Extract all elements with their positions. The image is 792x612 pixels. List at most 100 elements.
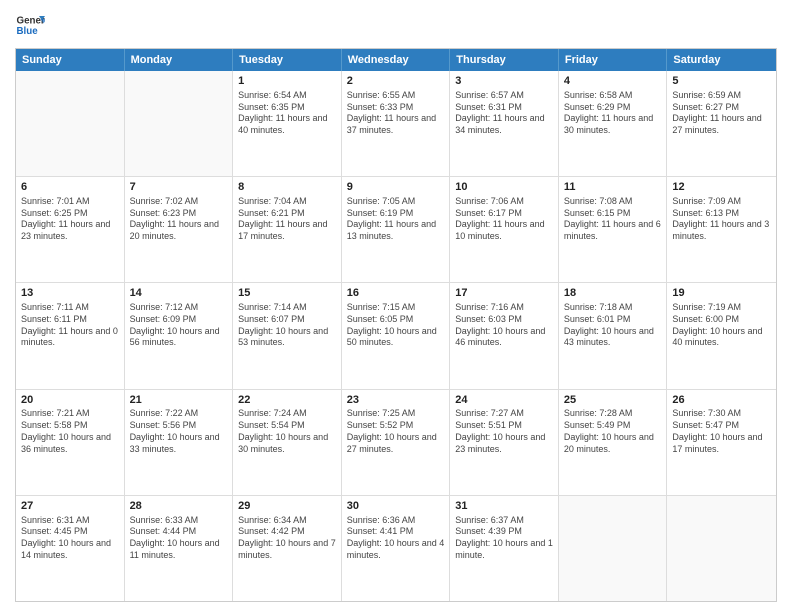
calendar-cell-4-4: 31Sunrise: 6:37 AM Sunset: 4:39 PM Dayli…	[450, 496, 559, 601]
day-info: Sunrise: 7:05 AM Sunset: 6:19 PM Dayligh…	[347, 196, 445, 243]
day-number: 14	[130, 286, 228, 301]
day-info: Sunrise: 7:27 AM Sunset: 5:51 PM Dayligh…	[455, 408, 553, 455]
day-info: Sunrise: 7:12 AM Sunset: 6:09 PM Dayligh…	[130, 302, 228, 349]
calendar-cell-0-5: 4Sunrise: 6:58 AM Sunset: 6:29 PM Daylig…	[559, 71, 668, 176]
calendar-row-3: 20Sunrise: 7:21 AM Sunset: 5:58 PM Dayli…	[16, 389, 776, 495]
calendar-cell-1-2: 8Sunrise: 7:04 AM Sunset: 6:21 PM Daylig…	[233, 177, 342, 282]
day-info: Sunrise: 7:28 AM Sunset: 5:49 PM Dayligh…	[564, 408, 662, 455]
day-info: Sunrise: 6:33 AM Sunset: 4:44 PM Dayligh…	[130, 515, 228, 562]
calendar-cell-3-6: 26Sunrise: 7:30 AM Sunset: 5:47 PM Dayli…	[667, 390, 776, 495]
day-number: 5	[672, 74, 771, 89]
calendar-cell-1-1: 7Sunrise: 7:02 AM Sunset: 6:23 PM Daylig…	[125, 177, 234, 282]
day-number: 13	[21, 286, 119, 301]
day-info: Sunrise: 7:30 AM Sunset: 5:47 PM Dayligh…	[672, 408, 771, 455]
day-number: 17	[455, 286, 553, 301]
day-info: Sunrise: 7:21 AM Sunset: 5:58 PM Dayligh…	[21, 408, 119, 455]
day-info: Sunrise: 6:54 AM Sunset: 6:35 PM Dayligh…	[238, 90, 336, 137]
day-number: 31	[455, 499, 553, 514]
day-info: Sunrise: 7:24 AM Sunset: 5:54 PM Dayligh…	[238, 408, 336, 455]
weekday-header-wednesday: Wednesday	[342, 49, 451, 71]
day-info: Sunrise: 7:25 AM Sunset: 5:52 PM Dayligh…	[347, 408, 445, 455]
day-number: 29	[238, 499, 336, 514]
calendar-cell-1-6: 12Sunrise: 7:09 AM Sunset: 6:13 PM Dayli…	[667, 177, 776, 282]
calendar-cell-4-0: 27Sunrise: 6:31 AM Sunset: 4:45 PM Dayli…	[16, 496, 125, 601]
calendar-cell-0-0	[16, 71, 125, 176]
day-info: Sunrise: 7:16 AM Sunset: 6:03 PM Dayligh…	[455, 302, 553, 349]
day-info: Sunrise: 7:18 AM Sunset: 6:01 PM Dayligh…	[564, 302, 662, 349]
calendar-cell-0-3: 2Sunrise: 6:55 AM Sunset: 6:33 PM Daylig…	[342, 71, 451, 176]
day-number: 16	[347, 286, 445, 301]
weekday-header-tuesday: Tuesday	[233, 49, 342, 71]
calendar-row-0: 1Sunrise: 6:54 AM Sunset: 6:35 PM Daylig…	[16, 71, 776, 176]
calendar-cell-3-2: 22Sunrise: 7:24 AM Sunset: 5:54 PM Dayli…	[233, 390, 342, 495]
calendar-cell-2-6: 19Sunrise: 7:19 AM Sunset: 6:00 PM Dayli…	[667, 283, 776, 388]
day-info: Sunrise: 7:11 AM Sunset: 6:11 PM Dayligh…	[21, 302, 119, 349]
calendar-cell-1-5: 11Sunrise: 7:08 AM Sunset: 6:15 PM Dayli…	[559, 177, 668, 282]
day-number: 3	[455, 74, 553, 89]
calendar-cell-4-5	[559, 496, 668, 601]
calendar-row-2: 13Sunrise: 7:11 AM Sunset: 6:11 PM Dayli…	[16, 282, 776, 388]
calendar-body: 1Sunrise: 6:54 AM Sunset: 6:35 PM Daylig…	[16, 71, 776, 601]
day-info: Sunrise: 7:22 AM Sunset: 5:56 PM Dayligh…	[130, 408, 228, 455]
day-info: Sunrise: 6:37 AM Sunset: 4:39 PM Dayligh…	[455, 515, 553, 562]
calendar-cell-0-1	[125, 71, 234, 176]
calendar-cell-2-0: 13Sunrise: 7:11 AM Sunset: 6:11 PM Dayli…	[16, 283, 125, 388]
day-info: Sunrise: 6:57 AM Sunset: 6:31 PM Dayligh…	[455, 90, 553, 137]
calendar-cell-3-0: 20Sunrise: 7:21 AM Sunset: 5:58 PM Dayli…	[16, 390, 125, 495]
day-number: 6	[21, 180, 119, 195]
header: General Blue	[15, 10, 777, 40]
day-info: Sunrise: 7:04 AM Sunset: 6:21 PM Dayligh…	[238, 196, 336, 243]
page: General Blue SundayMondayTuesdayWednesda…	[0, 0, 792, 612]
calendar-cell-2-1: 14Sunrise: 7:12 AM Sunset: 6:09 PM Dayli…	[125, 283, 234, 388]
day-number: 25	[564, 393, 662, 408]
day-number: 15	[238, 286, 336, 301]
calendar-cell-0-2: 1Sunrise: 6:54 AM Sunset: 6:35 PM Daylig…	[233, 71, 342, 176]
day-number: 19	[672, 286, 771, 301]
calendar-cell-0-4: 3Sunrise: 6:57 AM Sunset: 6:31 PM Daylig…	[450, 71, 559, 176]
day-info: Sunrise: 7:15 AM Sunset: 6:05 PM Dayligh…	[347, 302, 445, 349]
calendar-cell-3-3: 23Sunrise: 7:25 AM Sunset: 5:52 PM Dayli…	[342, 390, 451, 495]
day-info: Sunrise: 7:01 AM Sunset: 6:25 PM Dayligh…	[21, 196, 119, 243]
day-number: 11	[564, 180, 662, 195]
calendar-cell-2-5: 18Sunrise: 7:18 AM Sunset: 6:01 PM Dayli…	[559, 283, 668, 388]
day-number: 4	[564, 74, 662, 89]
calendar: SundayMondayTuesdayWednesdayThursdayFrid…	[15, 48, 777, 602]
calendar-cell-2-4: 17Sunrise: 7:16 AM Sunset: 6:03 PM Dayli…	[450, 283, 559, 388]
weekday-header-thursday: Thursday	[450, 49, 559, 71]
weekday-header-friday: Friday	[559, 49, 668, 71]
calendar-cell-1-3: 9Sunrise: 7:05 AM Sunset: 6:19 PM Daylig…	[342, 177, 451, 282]
calendar-cell-4-6	[667, 496, 776, 601]
svg-text:Blue: Blue	[17, 26, 39, 37]
calendar-row-1: 6Sunrise: 7:01 AM Sunset: 6:25 PM Daylig…	[16, 176, 776, 282]
calendar-cell-4-2: 29Sunrise: 6:34 AM Sunset: 4:42 PM Dayli…	[233, 496, 342, 601]
day-info: Sunrise: 7:14 AM Sunset: 6:07 PM Dayligh…	[238, 302, 336, 349]
day-info: Sunrise: 6:36 AM Sunset: 4:41 PM Dayligh…	[347, 515, 445, 562]
day-number: 22	[238, 393, 336, 408]
day-info: Sunrise: 7:09 AM Sunset: 6:13 PM Dayligh…	[672, 196, 771, 243]
calendar-row-4: 27Sunrise: 6:31 AM Sunset: 4:45 PM Dayli…	[16, 495, 776, 601]
day-number: 10	[455, 180, 553, 195]
day-info: Sunrise: 7:19 AM Sunset: 6:00 PM Dayligh…	[672, 302, 771, 349]
weekday-header-monday: Monday	[125, 49, 234, 71]
day-info: Sunrise: 6:34 AM Sunset: 4:42 PM Dayligh…	[238, 515, 336, 562]
calendar-cell-0-6: 5Sunrise: 6:59 AM Sunset: 6:27 PM Daylig…	[667, 71, 776, 176]
day-number: 21	[130, 393, 228, 408]
calendar-cell-3-1: 21Sunrise: 7:22 AM Sunset: 5:56 PM Dayli…	[125, 390, 234, 495]
day-number: 8	[238, 180, 336, 195]
day-info: Sunrise: 6:31 AM Sunset: 4:45 PM Dayligh…	[21, 515, 119, 562]
calendar-cell-3-5: 25Sunrise: 7:28 AM Sunset: 5:49 PM Dayli…	[559, 390, 668, 495]
calendar-cell-4-3: 30Sunrise: 6:36 AM Sunset: 4:41 PM Dayli…	[342, 496, 451, 601]
day-number: 12	[672, 180, 771, 195]
calendar-cell-2-3: 16Sunrise: 7:15 AM Sunset: 6:05 PM Dayli…	[342, 283, 451, 388]
day-number: 20	[21, 393, 119, 408]
day-info: Sunrise: 7:08 AM Sunset: 6:15 PM Dayligh…	[564, 196, 662, 243]
day-number: 30	[347, 499, 445, 514]
day-number: 18	[564, 286, 662, 301]
day-info: Sunrise: 6:58 AM Sunset: 6:29 PM Dayligh…	[564, 90, 662, 137]
day-info: Sunrise: 6:55 AM Sunset: 6:33 PM Dayligh…	[347, 90, 445, 137]
calendar-cell-3-4: 24Sunrise: 7:27 AM Sunset: 5:51 PM Dayli…	[450, 390, 559, 495]
day-number: 28	[130, 499, 228, 514]
logo-icon: General Blue	[15, 10, 45, 40]
day-info: Sunrise: 7:02 AM Sunset: 6:23 PM Dayligh…	[130, 196, 228, 243]
logo: General Blue	[15, 10, 45, 40]
